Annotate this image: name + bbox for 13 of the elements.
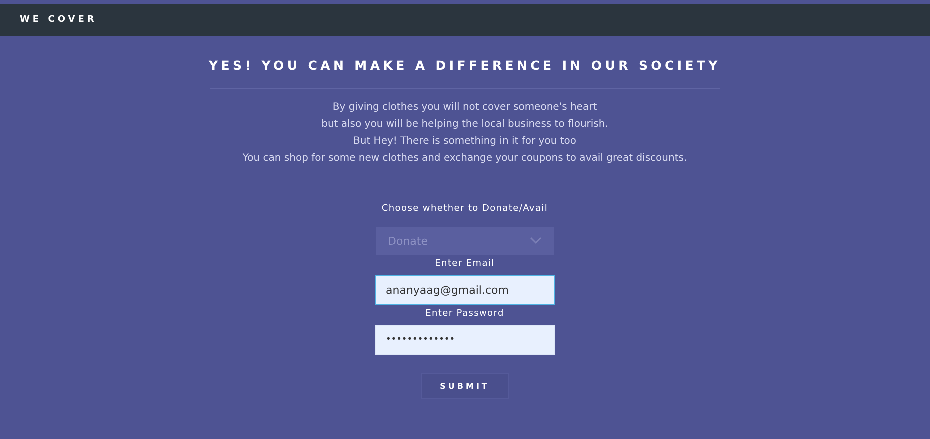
submit-button[interactable]: SUBMIT <box>421 373 509 399</box>
intro-text: But Hey! There is something in it for you too <box>354 135 576 149</box>
email-field[interactable]: ananyaag@gmail.com <box>375 275 555 305</box>
password-field[interactable]: ••••••••••••• <box>375 325 555 355</box>
intro-text: You can shop for some new clothes and exchange your coupons to avail great discounts. <box>242 152 688 166</box>
field-label: Enter Email <box>435 258 495 270</box>
field-label: Choose whether to Donate/Avail <box>382 203 548 215</box>
intro-text: but also you will be helping the local business to flourish. <box>322 118 608 132</box>
chevron-icon <box>530 237 542 245</box>
intro-text: By giving clothes you will not cover someone's heart <box>332 101 598 115</box>
field-label: Enter Password <box>426 308 504 320</box>
page-heading: YES! YOU CAN MAKE A DIFFERENCE IN OUR SOCIETY <box>209 58 721 73</box>
brand-logo[interactable]: WE COVER <box>20 15 98 25</box>
